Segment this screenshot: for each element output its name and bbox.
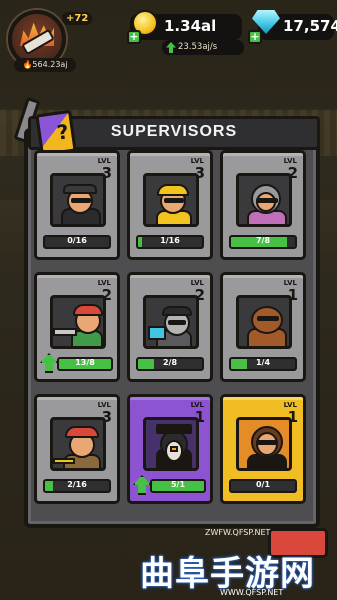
cash-value: 1.34al	[164, 17, 217, 35]
add-gems-button[interactable]: +	[248, 30, 262, 44]
progress-text: 7/8	[255, 236, 271, 245]
portrait-part	[53, 458, 75, 464]
progress-text: 1/16	[160, 236, 180, 245]
idle-flame-icon: 🔥	[22, 60, 33, 69]
cash-rate-value: 23.53aj/s	[178, 42, 218, 52]
idle-earnings-value: 564.23aj	[32, 60, 68, 69]
portrait-part	[164, 198, 184, 203]
progress-bar: 0/16	[43, 235, 111, 249]
progress-text: 0/1	[255, 480, 271, 489]
portrait-part	[162, 306, 192, 316]
watermark-site: ZWFW.QFSP.NET	[205, 528, 271, 537]
supervisor-card[interactable]: LVL 1 0/1	[220, 394, 306, 504]
supervisor-pirate-icon	[50, 417, 106, 471]
top-hud: +72 🔥564.23aj + 1.34al 23.53aj/s + 17,57…	[0, 0, 337, 80]
level-bonus-badge: +72	[62, 12, 93, 25]
progress-text: 13/8	[75, 358, 95, 367]
upgrade-arrow-icon[interactable]	[40, 353, 58, 373]
idle-earnings-label: 🔥564.23aj	[14, 58, 76, 72]
help-question-mark: ?	[55, 119, 71, 145]
supervisor-granny-icon	[236, 173, 292, 227]
supervisor-bear-icon	[236, 295, 292, 349]
progress-bar: 0/1	[229, 479, 297, 493]
portrait-part	[170, 446, 178, 452]
portrait-part	[156, 424, 192, 434]
progress-text: 5/1	[170, 480, 186, 489]
portrait-part	[73, 304, 103, 316]
portrait-part	[157, 184, 189, 196]
add-cash-button[interactable]: +	[127, 30, 141, 44]
portrait-part	[63, 184, 97, 194]
supervisor-card[interactable]: LVL 1 1/4	[220, 272, 306, 382]
progress-bar: 5/1	[150, 479, 206, 493]
supervisor-card[interactable]: LVL 3 1/16	[127, 150, 213, 260]
supervisor-card[interactable]: LVL 1 5/1	[127, 394, 213, 504]
progress-text: 2/8	[162, 358, 178, 367]
portrait-part	[65, 426, 99, 438]
supervisor-card[interactable]: LVL 2 2/8	[127, 272, 213, 382]
progress-text: 0/16	[67, 236, 87, 245]
supervisor-card[interactable]: LVL 2 13/8	[34, 272, 120, 382]
progress-text: 2/16	[67, 480, 87, 489]
upgrade-arrow-icon[interactable]	[133, 475, 151, 495]
progress-bar: 1/4	[229, 357, 297, 371]
supervisor-miner-icon	[50, 173, 106, 227]
portrait-part	[148, 326, 166, 340]
supervisor-card[interactable]: LVL 3 0/16	[34, 150, 120, 260]
supervisor-hacker-icon	[143, 295, 199, 349]
progress-bar: 1/16	[136, 235, 204, 249]
portrait-part	[256, 440, 278, 445]
supervisor-hardhat-icon	[143, 173, 199, 227]
portrait-part	[256, 198, 278, 203]
supervisor-penguin-icon	[143, 417, 199, 471]
watermark-url: WWW.QFSP.NET	[220, 588, 284, 597]
progress-bar: 2/16	[43, 479, 111, 493]
gem-value: 17,574	[283, 17, 337, 35]
supervisor-agent-icon	[236, 417, 292, 471]
progress-bar: 7/8	[229, 235, 297, 249]
portrait-part	[168, 320, 186, 325]
portrait-part	[71, 198, 91, 203]
supervisor-chainsaw-icon	[50, 295, 106, 349]
progress-bar: 13/8	[57, 357, 113, 371]
supervisor-card[interactable]: LVL 3 2/16	[34, 394, 120, 504]
progress-bar: 2/8	[136, 357, 204, 371]
progress-text: 1/4	[255, 358, 271, 367]
portrait-part	[257, 316, 279, 321]
portrait-part	[53, 328, 77, 336]
bottle-icon	[21, 28, 55, 56]
supervisor-card[interactable]: LVL 2 7/8	[220, 150, 306, 260]
